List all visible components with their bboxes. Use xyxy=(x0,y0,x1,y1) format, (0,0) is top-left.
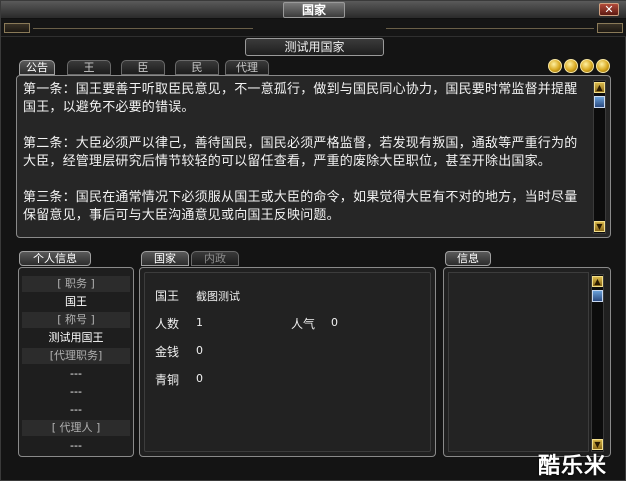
scroll-up-icon[interactable]: ▲ xyxy=(592,276,603,287)
info-label-proxy-position: [代理职务] xyxy=(22,348,130,364)
personal-info-panel: [ 职务 ] 国王 [ 称号 ] 测试用国王 [代理职务] --- --- --… xyxy=(18,267,134,457)
info-label-agent: [ 代理人 ] xyxy=(22,420,130,436)
ornament-line-left xyxy=(33,28,253,29)
notice-text: 第一条：国王要善于听取臣民意见，不一意孤行，做到与国民同心协力，国民要时常监督并… xyxy=(23,81,589,243)
window-title: 国家 xyxy=(283,2,345,18)
money-label: 金钱 xyxy=(155,345,180,359)
info-value-title: 测试用国王 xyxy=(48,331,104,344)
ornament-bar xyxy=(1,19,626,37)
gold-coin-icon xyxy=(580,59,594,73)
close-button[interactable]: ✕ xyxy=(599,3,619,16)
gold-coin-icon xyxy=(548,59,562,73)
notice-paragraph: 第一条：国王要善于听取臣民意见，不一意孤行，做到与国民同心协力，国民要时常监督并… xyxy=(23,82,578,115)
scroll-up-icon[interactable]: ▲ xyxy=(594,82,605,93)
scroll-thumb[interactable] xyxy=(594,96,605,108)
info-value-proxy: --- xyxy=(70,403,82,416)
notice-paragraph: 第二条：大臣必须严以律己，善待国民，国民必须严格监督，若发现有叛国，通敌等严重行… xyxy=(23,136,578,169)
ornament-line-right xyxy=(386,28,594,29)
messages-list[interactable] xyxy=(448,272,589,452)
king-value: 截图测试 xyxy=(196,290,240,303)
messages-panel: ▲ ▼ xyxy=(443,267,611,457)
info-value-agent: --- xyxy=(70,439,82,452)
tab-internal-affairs[interactable]: 内政 xyxy=(191,251,239,266)
scroll-down-icon[interactable]: ▼ xyxy=(594,221,605,232)
ornament-right xyxy=(597,23,623,33)
gold-coin-icon xyxy=(596,59,610,73)
popularity-label: 人气 xyxy=(291,317,316,331)
info-value-position: 国王 xyxy=(65,295,87,308)
tab-notice[interactable]: 公告 xyxy=(19,60,55,75)
tab-nation[interactable]: 国家 xyxy=(141,251,189,266)
population-label: 人数 xyxy=(155,317,180,331)
tab-king[interactable]: 王 xyxy=(67,60,111,75)
tab-proxy[interactable]: 代理 xyxy=(225,60,269,75)
nation-window: 国家 ✕ 测试用国家 公告 王 臣 民 代理 第一条：国王要善于听取臣民意见，不… xyxy=(0,0,626,481)
personal-info-header: 个人信息 xyxy=(19,251,91,266)
bronze-value: 0 xyxy=(196,372,203,385)
notice-scrollbar[interactable]: ▲ ▼ xyxy=(593,80,606,234)
messages-header: 信息 xyxy=(445,251,491,266)
nation-name-plate: 测试用国家 xyxy=(245,38,384,56)
info-label-position: [ 职务 ] xyxy=(22,276,130,292)
info-value-proxy: --- xyxy=(70,367,82,380)
bronze-label: 青铜 xyxy=(155,373,180,387)
notice-panel: 第一条：国王要善于听取臣民意见，不一意孤行，做到与国民同心协力，国民要时常监督并… xyxy=(16,75,611,238)
tab-citizens[interactable]: 民 xyxy=(175,60,219,75)
gold-coin-icon xyxy=(564,59,578,73)
info-label-title: [ 称号 ] xyxy=(22,312,130,328)
popularity-value: 0 xyxy=(331,316,338,329)
notice-paragraph: 第三条：国民在通常情况下必须服从国王或大臣的命令，如果觉得大臣有不对的地方，当时… xyxy=(23,190,578,223)
nation-info-panel: 国王 截图测试 人数 1 人气 0 金钱 0 青铜 0 xyxy=(139,267,436,457)
info-value-proxy: --- xyxy=(70,385,82,398)
ornament-left xyxy=(4,23,30,33)
population-value: 1 xyxy=(196,316,203,329)
nation-info-content: 国王 截图测试 人数 1 人气 0 金钱 0 青铜 0 xyxy=(144,272,431,452)
watermark-logo: 酷乐米 xyxy=(538,454,608,479)
money-value: 0 xyxy=(196,344,203,357)
king-label: 国王 xyxy=(155,289,180,303)
scroll-thumb[interactable] xyxy=(592,290,603,302)
tab-ministers[interactable]: 臣 xyxy=(121,60,165,75)
messages-scrollbar[interactable]: ▲ ▼ xyxy=(591,274,604,452)
title-bar[interactable]: 国家 ✕ xyxy=(1,1,626,19)
